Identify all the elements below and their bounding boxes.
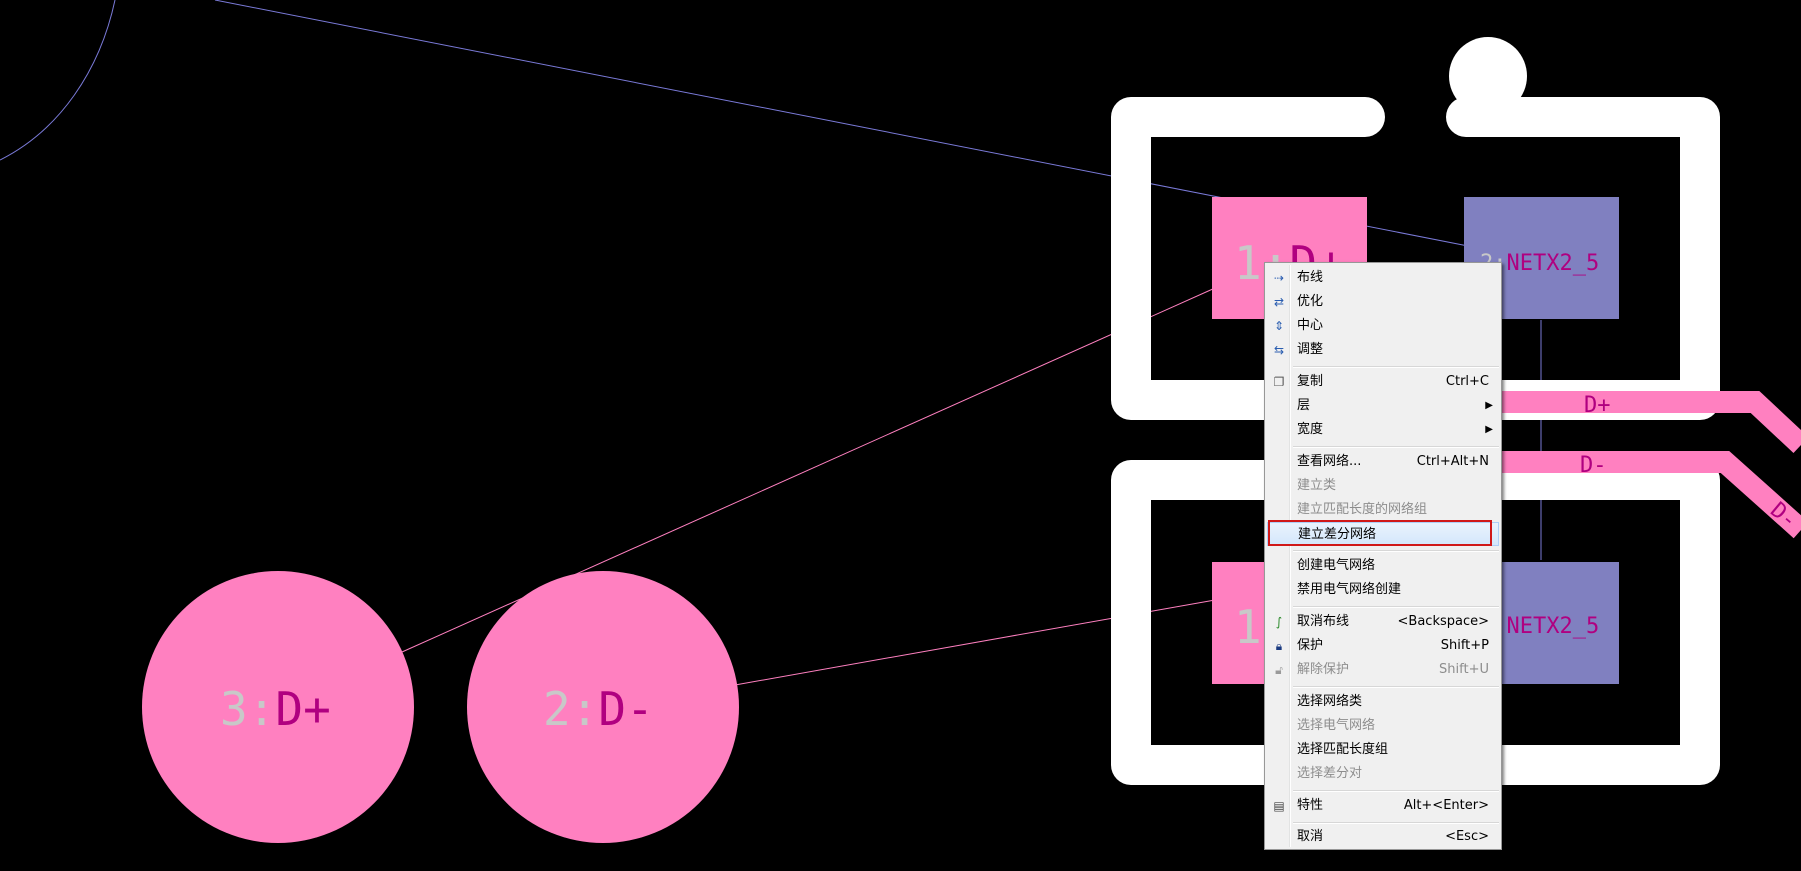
center-icon: ⇕ bbox=[1273, 319, 1285, 333]
menu-item-copy[interactable]: ❐ 复制 Ctrl+C bbox=[1267, 370, 1499, 394]
pad-2-d-minus-label: 2:D- bbox=[543, 682, 654, 736]
adjust-icon: ⇆ bbox=[1273, 343, 1285, 357]
submenu-arrow-icon: ▶ bbox=[1485, 400, 1493, 411]
trace-label-d-minus: D- bbox=[1580, 453, 1607, 478]
menu-separator bbox=[1293, 446, 1499, 448]
menu-separator bbox=[1293, 686, 1499, 688]
menu-separator bbox=[1293, 606, 1499, 608]
route-icon: ⇢ bbox=[1273, 271, 1285, 285]
menu-separator bbox=[1293, 366, 1499, 368]
trace-d-plus bbox=[1500, 391, 1801, 454]
menu-item-center[interactable]: ⇕ 中心 bbox=[1267, 314, 1499, 338]
menu-item-cancel[interactable]: 取消 <Esc> bbox=[1267, 825, 1499, 849]
menu-item-create-diff-pair[interactable]: 建立差分网络 bbox=[1267, 522, 1499, 546]
pad-3-d-plus-label: 3:D+ bbox=[220, 682, 331, 736]
ratsnest-arc bbox=[0, 0, 116, 161]
menu-separator bbox=[1293, 550, 1499, 552]
properties-icon: ▤ bbox=[1273, 799, 1285, 813]
submenu-arrow-icon: ▶ bbox=[1485, 424, 1493, 435]
menu-item-unprotect[interactable]: 🔓︎ 解除保护 Shift+U bbox=[1267, 658, 1499, 682]
pcb-canvas[interactable]: D+ D- D- 1:D+ 2:NETX2_5 1: 2:NETX2_5 3:D… bbox=[0, 0, 1801, 871]
menu-item-view-net[interactable]: 查看网络... Ctrl+Alt+N bbox=[1267, 450, 1499, 474]
menu-item-protect[interactable]: 🔒︎ 保护 Shift+P bbox=[1267, 634, 1499, 658]
menu-item-properties[interactable]: ▤ 特性 Alt+<Enter> bbox=[1267, 794, 1499, 818]
menu-item-create-electrical-net[interactable]: 创建电气网络 bbox=[1267, 554, 1499, 578]
menu-separator bbox=[1293, 822, 1499, 824]
menu-item-optimize[interactable]: ⇄ 优化 bbox=[1267, 290, 1499, 314]
menu-item-route[interactable]: ⇢ 布线 bbox=[1267, 266, 1499, 290]
menu-item-adjust[interactable]: ⇆ 调整 bbox=[1267, 338, 1499, 362]
menu-item-select-diff-pair[interactable]: 选择差分对 bbox=[1267, 762, 1499, 786]
menu-separator bbox=[1293, 790, 1499, 792]
unroute-icon: ∫ bbox=[1275, 615, 1283, 629]
menu-item-select-net-class[interactable]: 选择网络类 bbox=[1267, 690, 1499, 714]
menu-item-unroute[interactable]: ∫ 取消布线 <Backspace> bbox=[1267, 610, 1499, 634]
menu-item-select-electrical-net[interactable]: 选择电气网络 bbox=[1267, 714, 1499, 738]
menu-item-create-class[interactable]: 建立类 bbox=[1267, 474, 1499, 498]
copy-icon: ❐ bbox=[1273, 375, 1285, 389]
lock-icon: 🔒︎ bbox=[1275, 639, 1283, 653]
unlock-icon: 🔓︎ bbox=[1275, 663, 1283, 677]
menu-item-layer[interactable]: 层 ▶ bbox=[1267, 394, 1499, 418]
menu-item-disable-electrical-net[interactable]: 禁用电气网络创建 bbox=[1267, 578, 1499, 602]
menu-item-width[interactable]: 宽度 ▶ bbox=[1267, 418, 1499, 442]
context-menu: ⇢ 布线 ⇄ 优化 ⇕ 中心 ⇆ 调整 ❐ 复制 Ctrl+C 层 ▶ 宽度 ▶… bbox=[1264, 262, 1502, 850]
pin1-marker bbox=[1449, 37, 1527, 115]
menu-item-create-match-group[interactable]: 建立匹配长度的网络组 bbox=[1267, 498, 1499, 522]
menu-item-select-match-group[interactable]: 选择匹配长度组 bbox=[1267, 738, 1499, 762]
optimize-icon: ⇄ bbox=[1273, 295, 1285, 309]
trace-label-d-plus: D+ bbox=[1584, 393, 1611, 418]
